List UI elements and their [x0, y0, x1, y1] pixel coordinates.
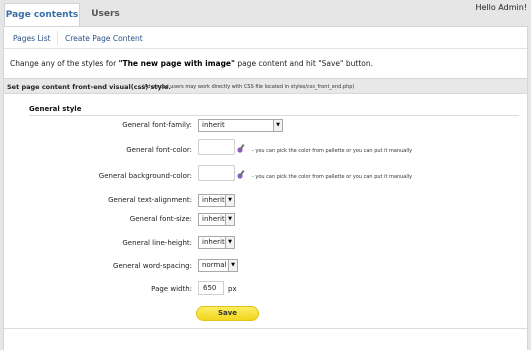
chevron-down-icon: ▼	[273, 120, 282, 131]
intro-prefix: Change any of the styles for	[10, 59, 119, 68]
font-size-value: inherit	[202, 215, 225, 223]
chevron-down-icon: ▼	[225, 195, 234, 206]
general-style-divider	[29, 115, 519, 116]
create-page-link[interactable]: Create Page Content	[65, 34, 143, 43]
general-style-title: General style	[29, 105, 82, 113]
section-note: (Advanced users may work directly with C…	[142, 84, 355, 90]
line-height-value: inherit	[202, 238, 225, 246]
sub-navigation: Pages List Create Page Content	[4, 27, 527, 49]
color-picker-icon[interactable]	[237, 169, 247, 179]
font-size-label: General font-size:	[129, 215, 192, 223]
intro-text: Change any of the styles for "The new pa…	[10, 59, 373, 68]
greeting: Hello Admin!	[475, 3, 527, 12]
font-family-select[interactable]: inherit ▼	[198, 119, 283, 132]
line-height-label: General line-height:	[122, 239, 192, 247]
font-color-label: General font-color:	[126, 146, 192, 154]
color-picker-icon[interactable]	[237, 143, 247, 153]
background-color-input[interactable]	[198, 165, 235, 181]
text-alignment-label: General text-alignment:	[108, 196, 192, 204]
section-header: Set page content front-end visual(css) s…	[4, 78, 527, 94]
subnav-divider	[57, 31, 58, 45]
text-alignment-select[interactable]: inherit ▼	[198, 194, 235, 207]
word-spacing-label: General word-spacing:	[113, 262, 192, 270]
chevron-down-icon: ▼	[228, 260, 237, 271]
background-color-label: General background-color:	[98, 172, 192, 180]
content-panel: Pages List Create Page Content Change an…	[3, 26, 528, 350]
background-color-hint: - you can pick the color from pallette o…	[252, 174, 413, 180]
tab-users[interactable]: Users	[83, 3, 128, 26]
word-spacing-value: normal	[202, 261, 227, 269]
font-color-input[interactable]	[198, 139, 235, 155]
font-color-hint: - you can pick the color from pallette o…	[252, 148, 413, 154]
font-size-select[interactable]: inherit ▼	[198, 213, 235, 226]
page-width-label: Page width:	[151, 285, 192, 293]
intro-page-name: "The new page with image"	[118, 59, 235, 68]
chevron-down-icon: ▼	[225, 214, 234, 225]
text-alignment-value: inherit	[202, 196, 225, 204]
save-button[interactable]: Save	[196, 306, 259, 321]
top-bar: Page contents Users Hello Admin!	[0, 0, 531, 26]
page-width-unit: px	[228, 285, 237, 293]
bottom-divider	[4, 328, 527, 329]
line-height-select[interactable]: inherit ▼	[198, 236, 235, 249]
font-family-value: inherit	[202, 121, 225, 129]
pages-list-link[interactable]: Pages List	[13, 34, 51, 43]
page-width-input[interactable]: 650	[198, 281, 224, 295]
word-spacing-select[interactable]: normal ▼	[198, 259, 238, 272]
intro-suffix: page content and hit "Save" button.	[234, 59, 374, 68]
chevron-down-icon: ▼	[225, 237, 234, 248]
tab-page-contents[interactable]: Page contents	[4, 3, 80, 26]
font-family-label: General font-family:	[122, 121, 192, 129]
